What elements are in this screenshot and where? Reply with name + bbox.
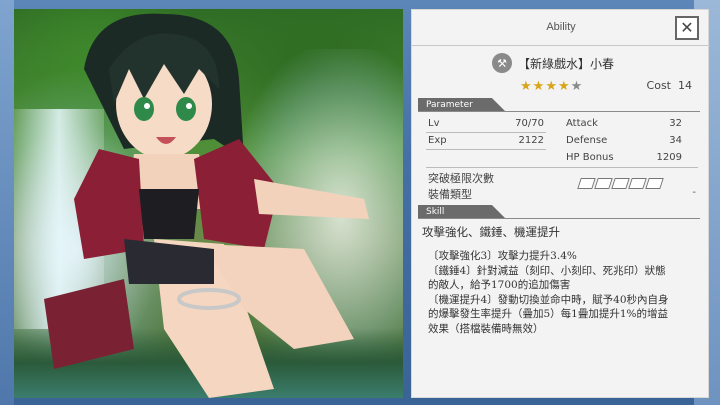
- lv-value: 70/70: [515, 118, 544, 129]
- attack-label: Attack: [566, 118, 598, 129]
- skill-line: 〔機運提升4〕發動切換並命中時，賦予40秒內自身: [428, 293, 669, 306]
- lv-label: Lv: [428, 118, 440, 129]
- panel-title: Ability: [546, 21, 576, 33]
- equip-type-value: -: [692, 187, 696, 198]
- parameter-header-label: Parameter: [418, 98, 506, 112]
- defense-value: 34: [669, 135, 682, 146]
- rarity-stars: ★ ★ ★ ★ ★: [520, 80, 582, 94]
- break-slot: [628, 178, 647, 189]
- cost-value: 14: [678, 79, 692, 92]
- skill-header-line: [418, 218, 700, 219]
- hp-bonus-label: HP Bonus: [566, 152, 614, 163]
- ability-panel: Ability ✕ ⚒ 【新綠戲水】小春 ★ ★ ★ ★ ★ Cost 14 P…: [411, 9, 710, 398]
- defense-label: Defense: [566, 135, 608, 146]
- weapon-type-icon: ⚒: [492, 53, 512, 73]
- break-slot: [577, 178, 596, 189]
- exp-label: Exp: [428, 135, 447, 146]
- character-artwork: [14, 9, 403, 398]
- break-limit-label: 突破極限次數: [428, 172, 494, 185]
- equip-type-label: 裝備類型: [428, 188, 472, 201]
- close-icon: ✕: [680, 18, 694, 37]
- exp-value: 2122: [518, 135, 544, 146]
- title-divider: [412, 45, 710, 46]
- star-icon: ★: [520, 79, 532, 94]
- star-icon: ★: [545, 79, 557, 94]
- attack-value: 32: [669, 118, 682, 129]
- lv-underline: [426, 132, 546, 133]
- exp-underline: [426, 149, 546, 150]
- close-button[interactable]: ✕: [675, 16, 699, 40]
- star-icon: ★: [532, 79, 545, 94]
- background-left: [0, 0, 14, 405]
- card-name: 【新綠戲水】小春: [518, 57, 615, 71]
- cost: Cost 14: [647, 79, 692, 92]
- star-empty-icon: ★: [570, 79, 583, 94]
- break-slot: [611, 178, 630, 189]
- hp-bonus-value: 1209: [656, 152, 682, 163]
- character-illustration: [44, 13, 369, 398]
- break-limit-slots: [577, 178, 664, 189]
- break-slot: [594, 178, 613, 189]
- parameter-header: Parameter: [418, 98, 700, 112]
- skill-line: 〔鐵錘4〕針對減益（刻印、小刻印、死兆印）狀態: [428, 264, 666, 277]
- skill-summary: 攻擊強化、鐵錘、機運提升: [422, 225, 560, 239]
- skill-line: 的敵人，給予1700的追加傷害: [428, 279, 571, 291]
- skill-line: 〔攻擊強化3〕攻擊力提升3.4%: [428, 250, 577, 262]
- skill-line: 效果（搭檔裝備時無效）: [428, 322, 544, 335]
- skill-header: Skill: [418, 205, 700, 219]
- skill-line: 的爆擊發生率提升（疊加5）每1疊加提升1%的增益: [428, 308, 669, 320]
- skill-description: 〔攻擊強化3〕攻擊力提升3.4% 〔鐵錘4〕針對減益（刻印、小刻印、死兆印）狀態…: [428, 249, 698, 336]
- parameter-header-line: [418, 111, 700, 112]
- skill-header-label: Skill: [418, 205, 506, 219]
- break-slot: [645, 178, 664, 189]
- star-icon: ★: [557, 79, 570, 94]
- stats-divider: [426, 167, 698, 168]
- cost-label: Cost: [646, 79, 671, 92]
